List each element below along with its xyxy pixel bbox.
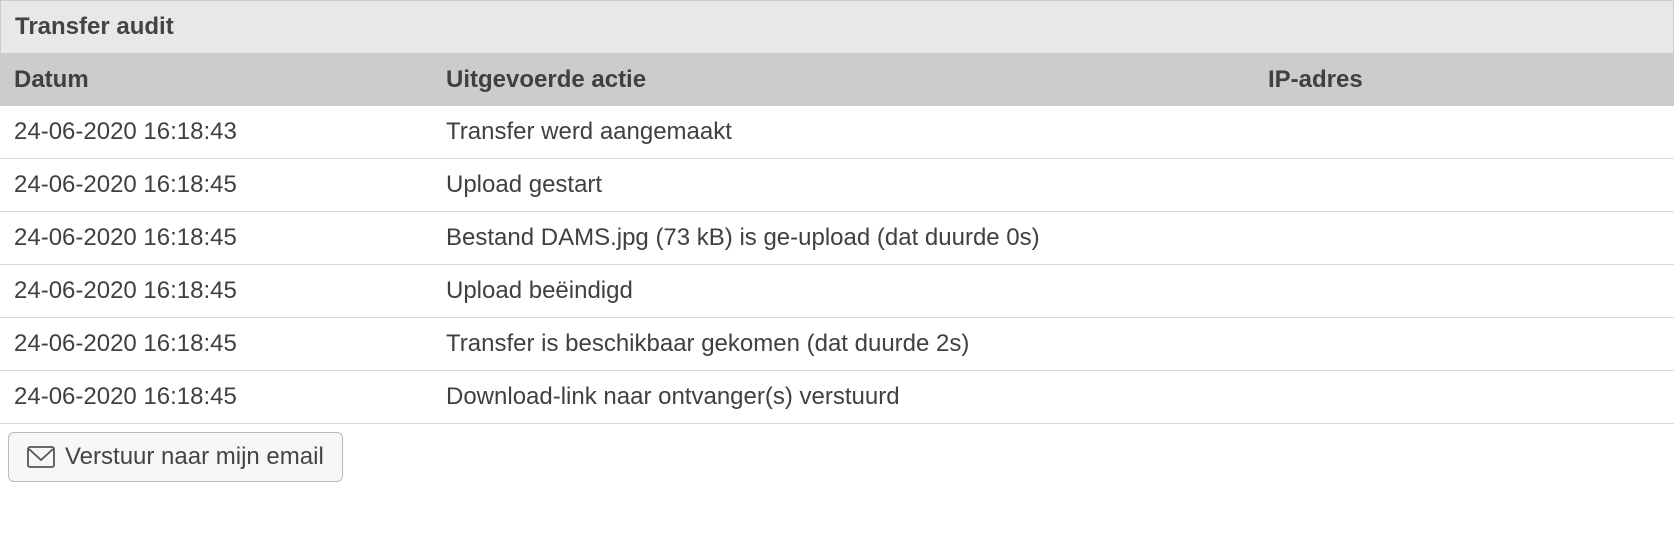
transfer-audit-panel: Transfer audit Datum Uitgevoerde actie I…: [0, 0, 1674, 490]
header-action: Uitgevoerde actie: [432, 54, 1254, 106]
cell-ip: [1254, 371, 1674, 424]
footer-row: Verstuur naar mijn email: [0, 424, 1674, 490]
header-ip: IP-adres: [1254, 54, 1674, 106]
table-row: 24-06-2020 16:18:45Upload gestart: [0, 159, 1674, 212]
cell-date: 24-06-2020 16:18:43: [0, 106, 432, 159]
cell-date: 24-06-2020 16:18:45: [0, 318, 432, 371]
table-header-row: Datum Uitgevoerde actie IP-adres: [0, 54, 1674, 106]
cell-action: Bestand DAMS.jpg (73 kB) is ge-upload (d…: [432, 212, 1254, 265]
table-row: 24-06-2020 16:18:45Bestand DAMS.jpg (73 …: [0, 212, 1674, 265]
cell-ip: [1254, 212, 1674, 265]
table-row: 24-06-2020 16:18:45Upload beëindigd: [0, 265, 1674, 318]
table-row: 24-06-2020 16:18:43Transfer werd aangema…: [0, 106, 1674, 159]
cell-action: Transfer werd aangemaakt: [432, 106, 1254, 159]
table-row: 24-06-2020 16:18:45Transfer is beschikba…: [0, 318, 1674, 371]
send-to-email-button[interactable]: Verstuur naar mijn email: [8, 432, 343, 482]
cell-ip: [1254, 318, 1674, 371]
cell-date: 24-06-2020 16:18:45: [0, 265, 432, 318]
panel-title: Transfer audit: [0, 0, 1674, 54]
cell-date: 24-06-2020 16:18:45: [0, 212, 432, 265]
table-row: 24-06-2020 16:18:45Download-link naar on…: [0, 371, 1674, 424]
cell-action: Upload gestart: [432, 159, 1254, 212]
cell-ip: [1254, 265, 1674, 318]
cell-action: Download-link naar ontvanger(s) verstuur…: [432, 371, 1254, 424]
send-to-email-label: Verstuur naar mijn email: [65, 443, 324, 471]
cell-action: Transfer is beschikbaar gekomen (dat duu…: [432, 318, 1254, 371]
header-date: Datum: [0, 54, 432, 106]
cell-action: Upload beëindigd: [432, 265, 1254, 318]
cell-date: 24-06-2020 16:18:45: [0, 371, 432, 424]
cell-date: 24-06-2020 16:18:45: [0, 159, 432, 212]
cell-ip: [1254, 159, 1674, 212]
audit-table: Datum Uitgevoerde actie IP-adres 24-06-2…: [0, 54, 1674, 424]
envelope-icon: [27, 446, 55, 468]
cell-ip: [1254, 106, 1674, 159]
